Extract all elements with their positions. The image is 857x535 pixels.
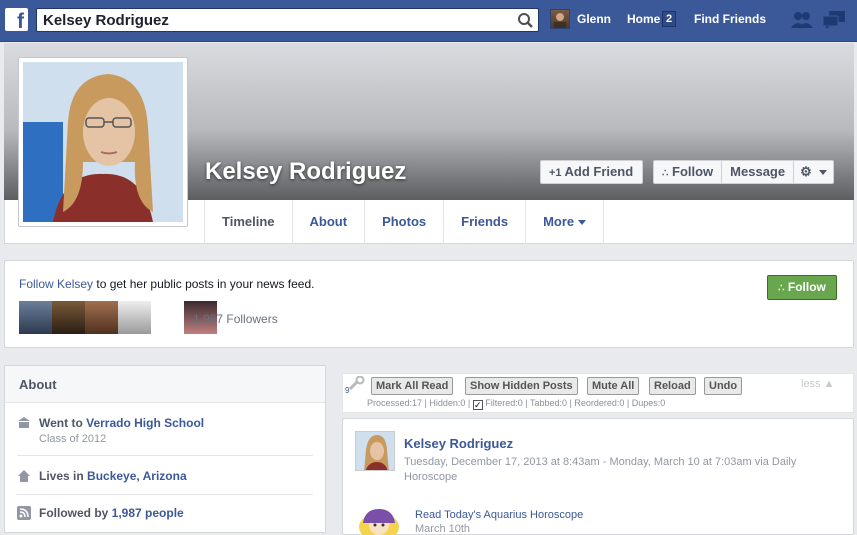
message-button[interactable]: Message [722, 161, 795, 183]
top-navigation-bar: f Glenn Home 2 Find Friends [0, 0, 857, 42]
tab-timeline[interactable]: Timeline [204, 200, 293, 244]
followers-link[interactable]: 1,987 people [112, 506, 184, 520]
follower-thumbnail[interactable] [151, 301, 184, 334]
follower-thumbnail[interactable] [19, 301, 52, 334]
tab-more-label: More [543, 214, 575, 229]
follower-thumbnail[interactable] [118, 301, 151, 334]
home-link[interactable]: Home [627, 12, 660, 26]
search-input[interactable] [37, 9, 507, 31]
profile-photo-image [23, 62, 183, 222]
home-notification-badge: 2 [662, 11, 676, 27]
school-icon [17, 416, 31, 430]
wrench-count: 9 [345, 386, 350, 395]
add-friend-button[interactable]: +1 Add Friend [540, 160, 643, 184]
about-education-sub: Class of 2012 [39, 433, 107, 445]
about-followers-text: Followed by 1,987 people [39, 506, 313, 520]
tab-photos[interactable]: Photos [365, 200, 445, 244]
timeline-post: Kelsey Rodriguez Tuesday, December 17, 2… [342, 418, 854, 535]
about-education-row: Went to Verrado High School Class of 201… [17, 416, 313, 445]
message-label: Message [730, 164, 786, 179]
home-icon [17, 469, 31, 483]
social-fixer-toolbar: 9 Mark All Read Show Hidden Posts Mute A… [342, 373, 854, 413]
post-author-avatar[interactable] [355, 431, 395, 471]
friend-requests-icon[interactable] [791, 11, 813, 32]
follow-prompt-link[interactable]: Follow Kelsey [19, 277, 93, 291]
divider [17, 494, 313, 495]
tab-more[interactable]: More [526, 200, 605, 244]
find-friends-link[interactable]: Find Friends [694, 12, 766, 26]
about-education-text: Went to Verrado High School [39, 416, 313, 430]
reload-button[interactable]: Reload [649, 377, 696, 395]
settings-dropdown-button[interactable]: ⚙ [794, 161, 833, 183]
search-box [36, 8, 539, 32]
chevron-down-icon [578, 220, 587, 226]
profile-name: Kelsey Rodriguez [205, 158, 407, 185]
search-icon[interactable] [512, 9, 538, 31]
user-avatar[interactable] [550, 9, 570, 29]
about-card-title[interactable]: About [5, 366, 325, 403]
chevron-down-icon [819, 170, 828, 176]
profile-tabs: Timeline About Photos Friends More [204, 200, 605, 244]
followers-count[interactable]: 1,987 Followers [193, 312, 278, 326]
horoscope-app-icon[interactable] [355, 505, 403, 535]
add-friend-label: Add Friend [564, 164, 634, 179]
mark-all-read-button[interactable]: Mark All Read [371, 377, 454, 395]
about-followers-row: Followed by 1,987 people [17, 506, 313, 520]
profile-picture[interactable] [18, 57, 188, 227]
school-link[interactable]: Verrado High School [86, 416, 204, 430]
rss-icon [17, 506, 31, 520]
follower-thumbnails [19, 301, 217, 334]
follow-button-primary[interactable]: ∴ Follow [767, 275, 837, 300]
about-followers-prefix: Followed by [39, 506, 112, 520]
show-hidden-posts-button[interactable]: Show Hidden Posts [465, 377, 578, 395]
post-metadata: Tuesday, December 17, 2013 at 8:43am - M… [404, 456, 797, 483]
follower-thumbnail[interactable] [52, 301, 85, 334]
follower-thumbnail[interactable] [85, 301, 118, 334]
filtered-checkbox[interactable]: ✓ [472, 400, 483, 410]
about-card: About Went to Verrado High School Class … [4, 365, 326, 533]
follow-prompt-box: Follow Kelsey to get her public posts in… [4, 260, 854, 348]
post-link-subtitle: March 10th [415, 523, 471, 535]
messages-icon[interactable] [822, 11, 845, 32]
about-location-prefix: Lives in [39, 469, 88, 483]
undo-button[interactable]: Undo [704, 377, 743, 395]
follow-label: Follow [672, 164, 714, 179]
about-location-text: Lives in Buckeye, Arizona [39, 469, 313, 483]
follow-prompt-text: Follow Kelsey to get her public posts in… [19, 277, 315, 291]
stats-text-b: Filtered:0 | Tabbed:0 | Reordered:0 | Du… [485, 398, 666, 408]
about-location-row: Lives in Buckeye, Arizona [17, 469, 313, 483]
tab-about[interactable]: About [293, 200, 366, 244]
gear-icon: ⚙ [800, 164, 812, 179]
profile-action-group: ∴ Follow Message ⚙ [653, 160, 835, 184]
social-fixer-stats: Processed:17 | Hidden:0 | ✓ Filtered:0 |… [367, 398, 665, 410]
facebook-logo-icon[interactable]: f [5, 8, 28, 31]
tab-friends[interactable]: Friends [444, 200, 527, 244]
stats-text-a: Processed:17 | Hidden:0 | [367, 398, 471, 408]
rss-icon: ∴ [778, 283, 785, 294]
follow-button[interactable]: ∴ Follow [654, 161, 723, 183]
divider [17, 455, 313, 456]
add-friend-icon: +1 [549, 167, 562, 179]
user-name-link[interactable]: Glenn [577, 12, 611, 26]
follow-prompt-rest: to get her public posts in your news fee… [93, 277, 315, 291]
post-link-title[interactable]: Read Today's Aquarius Horoscope [415, 509, 583, 521]
post-author-name[interactable]: Kelsey Rodriguez [404, 436, 513, 451]
follow-button-label: Follow [787, 280, 826, 294]
about-education-prefix: Went to [39, 416, 87, 430]
location-link[interactable]: Buckeye, Arizona [87, 469, 187, 483]
rss-icon: ∴ [662, 168, 669, 179]
wrench-icon[interactable] [347, 375, 365, 393]
less-toggle[interactable]: less ▲ [801, 378, 835, 390]
mute-all-button[interactable]: Mute All [587, 377, 640, 395]
